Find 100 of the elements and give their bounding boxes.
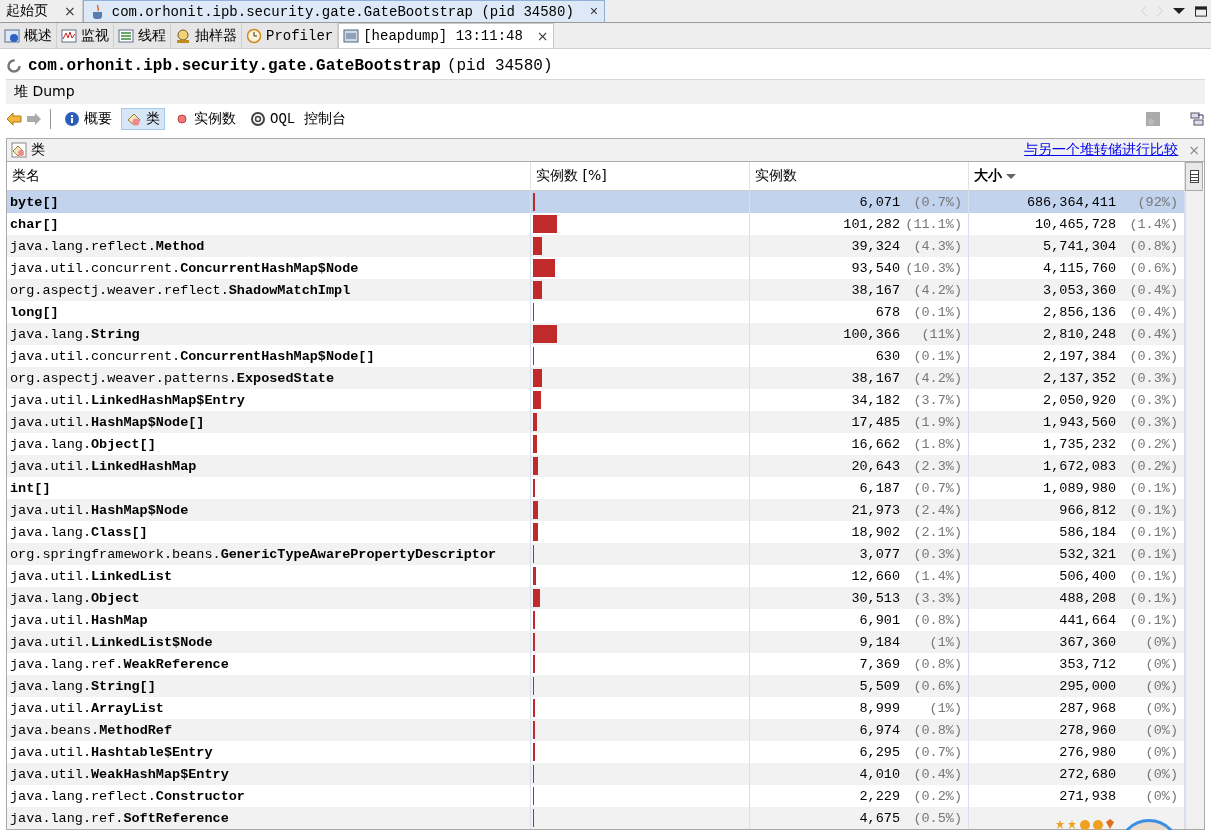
class-name: java.lang.String (7, 323, 531, 345)
table-row[interactable]: java.util.WeakHashMap$Entry 4,010 (0.4%) 272,680 (0%) (7, 763, 1185, 785)
size-value: 295,000 (0%) (1059, 678, 1178, 694)
instance-count: 38,167 (4.2%) (750, 367, 969, 389)
tab-label: 概述 (24, 26, 52, 45)
size-value: 2,050,920 (0.3%) (1043, 392, 1178, 408)
toolbar-button[interactable]: 实例数 (169, 108, 241, 130)
close-icon[interactable]: × (64, 3, 76, 19)
info-window-icon (4, 27, 20, 44)
size-value: 272,680 (0%) (1059, 766, 1178, 782)
view-tab[interactable]: 概述 (0, 23, 57, 48)
instance-count: 6,071 (0.7%) (750, 191, 969, 213)
close-icon[interactable]: × (536, 28, 549, 44)
size-value: 506,400 (0.1%) (1059, 568, 1178, 584)
instance-count: 30,513 (3.3%) (750, 587, 969, 609)
size-value: 271,938 (0%) (1059, 788, 1178, 804)
classes-icon (11, 142, 27, 158)
table-row[interactable]: java.lang.String 100,366 (11%) 2,810,248 (0.4%) (7, 323, 1185, 345)
class-name: java.lang.String[] (7, 675, 531, 697)
process-id: (pid 34580) (446, 57, 553, 75)
class-name: java.beans.MethodRef (7, 719, 531, 741)
class-name: org.springframework.beans.GenericTypeAwarePropertyDescriptor (7, 543, 531, 565)
column-selector-button[interactable] (1185, 162, 1203, 191)
class-name: java.lang.ref.SoftReference (7, 807, 531, 829)
section-title: 堆 Dump (14, 83, 75, 101)
stack-icon (1145, 111, 1161, 127)
table-row[interactable]: org.aspectj.weaver.patterns.ExposedState 38,167 (4.2%) 2,137,352 (0.3%) (7, 367, 1185, 389)
tab-label: 起始页 (6, 2, 48, 20)
class-name: java.lang.Object (7, 587, 531, 609)
class-name: byte[] (7, 191, 531, 213)
application-name: com.orhonit.ipb.security.gate.GateBootstrap (28, 57, 441, 75)
size-value: 1,735,232 (0.2%) (1043, 436, 1178, 452)
table-row[interactable]: org.aspectj.weaver.reflect.ShadowMatchImpl 38,167 (4.2%) 3,053,360 (0.4%) (7, 279, 1185, 301)
tab-label: 线程 (138, 26, 166, 45)
size-value: 276,980 (0%) (1059, 744, 1178, 760)
instance-count: 38,167 (4.2%) (750, 279, 969, 301)
table-row[interactable]: org.springframework.beans.GenericTypeAwarePropertyDescriptor 3,077 (0.3%) 532,321 (0.1%) (7, 543, 1185, 565)
view-tab[interactable]: 监视 (57, 23, 114, 48)
size-value: 278,960 (0%) (1059, 722, 1178, 738)
size-value: 353,712 (0%) (1059, 656, 1178, 672)
sort-desc-icon (1006, 173, 1016, 179)
back-icon (6, 111, 22, 127)
instance-count: 3,077 (0.3%) (750, 543, 969, 565)
size-value: 488,208 (0.1%) (1059, 590, 1178, 606)
tab-label: 监视 (81, 26, 109, 45)
size-value: 441,664 (0.1%) (1059, 612, 1178, 628)
instance-count: 9,184 (1%) (750, 631, 969, 653)
instance-count: 5,509 (0.6%) (750, 675, 969, 697)
tab-label: [heapdump] 13:11:48 (363, 28, 523, 44)
class-name: java.lang.reflect.Method (7, 235, 531, 257)
dropdown-icon (1173, 8, 1185, 14)
view-tab[interactable]: 线程 (114, 23, 171, 48)
table-row[interactable]: java.util.LinkedHashMap 20,643 (2.3%) 1,672,083 (0.2%) (7, 455, 1185, 477)
size-value: 4,115,760 (0.6%) (1043, 260, 1178, 276)
table-row[interactable]: java.util.HashMap$Node[] 17,485 (1.9%) 1,943,560 (0.3%) (7, 411, 1185, 433)
table-row[interactable]: java.beans.MethodRef 6,974 (0.8%) 278,960 (0%) (7, 719, 1185, 741)
size-value: 2,197,384 (0.3%) (1043, 348, 1178, 364)
instance-count: 21,973 (2.4%) (750, 499, 969, 521)
dot-icon (174, 111, 190, 127)
toolbar-button[interactable]: OQL 控制台 (245, 108, 351, 130)
tab-label: com.orhonit.ipb.security.gate.GateBootstrap (pid 34580) (111, 3, 574, 20)
classes-icon (126, 111, 142, 127)
toolbar-button[interactable]: 概要 (59, 108, 117, 130)
info-icon (64, 111, 80, 127)
class-name: org.aspectj.weaver.patterns.ExposedState (7, 367, 531, 389)
document-tab[interactable]: com.orhonit.ipb.security.gate.GateBootstrap (pid 34580) × (82, 0, 606, 22)
size-value: 3,053,360 (0.4%) (1043, 282, 1178, 298)
size-value: 966,812 (0.1%) (1059, 502, 1178, 518)
size-value: 5,741,304 (0.8%) (1043, 238, 1178, 254)
view-tab[interactable]: 抽样器 (171, 23, 242, 48)
size-value: 10,465,728 (1.4%) (1035, 216, 1178, 232)
tab-label: Profiler (266, 27, 334, 44)
document-tab[interactable]: 起始页 × (0, 0, 83, 22)
instance-count: 6,974 (0.8%) (750, 719, 969, 741)
size-value: 532,321 (0.1%) (1059, 546, 1178, 562)
table-row[interactable]: java.lang.reflect.Method 39,324 (4.3%) 5,741,304 (0.8%) (7, 235, 1185, 257)
table-row[interactable]: java.lang.Object 30,513 (3.3%) 488,208 (0.1%) (7, 587, 1185, 609)
window-icon (1195, 5, 1207, 17)
table-row[interactable]: java.lang.ref.SoftReference 4,675 (0.5%) (7, 807, 1185, 829)
size-value: 2,810,248 (0.4%) (1043, 326, 1178, 342)
export-icon (1189, 111, 1205, 127)
table-row[interactable]: java.util.LinkedList$Node 9,184 (1%) 367,360 (0%) (7, 631, 1185, 653)
class-name: java.util.WeakHashMap$Entry (7, 763, 531, 785)
instance-count: 17,485 (1.9%) (750, 411, 969, 433)
instance-count: 4,010 (0.4%) (750, 763, 969, 785)
view-tab[interactable]: Profiler (242, 23, 339, 48)
close-icon[interactable]: × (589, 3, 599, 20)
view-tab[interactable]: [heapdump] 13:11:48 × (338, 23, 554, 48)
table-icon (1189, 170, 1199, 183)
table-row[interactable]: java.lang.String[] 5,509 (0.6%) 295,000 (0%) (7, 675, 1185, 697)
table-row[interactable]: byte[] 6,071 (0.7%) 686,364,411 (92%) (7, 191, 1185, 213)
compare-link[interactable]: 与另一个堆转储进行比较 (1024, 141, 1179, 159)
table-row[interactable]: java.util.HashMap$Node 21,973 (2.4%) 966,812 (0.1%) (7, 499, 1185, 521)
query-icon (250, 111, 266, 127)
size-value: 686,364,411 (92%) (1026, 194, 1178, 210)
size-value: 287,968 (0%) (1059, 700, 1178, 716)
toolbar-button[interactable]: 类 (121, 108, 165, 130)
class-name: java.util.LinkedHashMap (7, 455, 531, 477)
class-name: org.aspectj.weaver.reflect.ShadowMatchImpl (7, 279, 531, 301)
instance-count: 4,675 (0.5%) (750, 807, 969, 829)
